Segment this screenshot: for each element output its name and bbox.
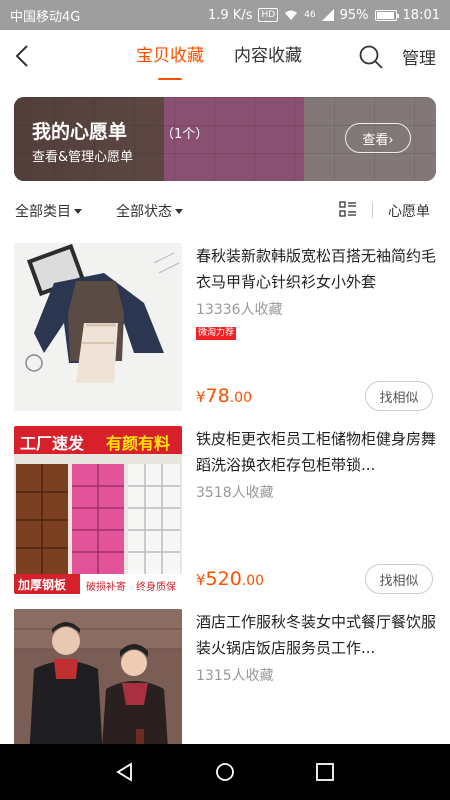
wishlist-filter-link[interactable]: 心愿单 xyxy=(388,201,430,221)
image-caption-top-left: 工厂速发 xyxy=(20,434,85,453)
product-title[interactable]: 春秋装新款韩版宽松百搭无袖简约毛衣马甲背心针织衫女小外套 xyxy=(196,243,440,295)
hd-icon: HD xyxy=(258,8,279,22)
tab-bar: 宝贝收藏 内容收藏 xyxy=(136,30,302,82)
recent-apps-icon[interactable] xyxy=(315,762,335,782)
product-image[interactable]: 工厂速发 有颜有料 加厚钢板 破损补寄 终身质保 xyxy=(14,426,182,594)
back-triangle-icon[interactable] xyxy=(115,762,135,782)
product-price: ¥520.00 xyxy=(196,568,264,590)
price-integer: 520 xyxy=(205,568,242,590)
list-view-icon[interactable] xyxy=(339,200,357,218)
status-bar: 中国移动4G 1.9 K/s HD 46 95% 18:01 xyxy=(0,0,450,30)
signal-icon xyxy=(321,9,334,21)
recommend-badge: 微淘力荐 xyxy=(196,327,237,340)
wishlist-subtitle: 查看&管理心愿单 xyxy=(32,150,134,165)
filter-bar: 全部类目 全部状态 心愿单 xyxy=(0,195,450,225)
status-filter-label: 全部状态 xyxy=(116,204,172,220)
product-title[interactable]: 酒店工作服秋冬装女中式餐厅餐饮服装火锅店饭店服务员工作... xyxy=(196,609,440,661)
price-integer: 78 xyxy=(205,385,230,407)
tab-item-favorites[interactable]: 宝贝收藏 xyxy=(136,30,204,82)
image-caption-bottom-right: 终身质保 xyxy=(136,582,176,593)
image-caption-bottom-left: 加厚钢板 xyxy=(18,578,67,592)
wishlist-count: （1个） xyxy=(161,127,209,142)
caret-down-icon xyxy=(175,208,183,214)
image-caption-top-right: 有颜有料 xyxy=(106,434,171,453)
battery-icon xyxy=(374,9,399,21)
network-speed: 1.9 K/s xyxy=(207,7,253,23)
wishlist-banner[interactable]: 我的心愿单 （1个） 查看&管理心愿单 查看› xyxy=(14,97,436,181)
system-nav-bar xyxy=(0,744,450,800)
currency-symbol: ¥ xyxy=(196,388,206,406)
status-filter[interactable]: 全部状态 xyxy=(116,201,183,221)
favorite-count: 3518人收藏 xyxy=(196,485,274,501)
favorite-count: 13336人收藏 xyxy=(196,302,283,318)
signal-label: 46 xyxy=(304,10,316,20)
wishlist-view-button[interactable]: 查看› xyxy=(345,123,411,153)
list-item[interactable]: 春秋装新款韩版宽松百搭无袖简约毛衣马甲背心针织衫女小外套 13336人收藏 微淘… xyxy=(0,243,450,413)
manage-button[interactable]: 管理 xyxy=(402,44,436,69)
product-title[interactable]: 铁皮柜更衣柜员工柜储物柜健身房舞蹈洗浴换衣柜存包柜带锁... xyxy=(196,426,440,478)
clock: 18:01 xyxy=(402,7,440,23)
divider xyxy=(372,202,373,218)
price-decimal: .00 xyxy=(229,390,252,406)
tab-content-favorites[interactable]: 内容收藏 xyxy=(234,30,302,82)
battery-percent: 95% xyxy=(339,7,369,23)
back-arrow-icon[interactable] xyxy=(12,43,36,69)
sweater-vest-image xyxy=(14,243,182,411)
currency-symbol: ¥ xyxy=(196,571,206,589)
wifi-icon xyxy=(285,10,298,20)
favorite-count: 1315人收藏 xyxy=(196,668,274,684)
carrier-label: 中国移动4G xyxy=(10,9,81,25)
find-similar-button[interactable]: 找相似 xyxy=(365,564,433,594)
wishlist-title: 我的心愿单 xyxy=(32,121,128,143)
search-icon[interactable] xyxy=(358,44,384,70)
category-filter-label: 全部类目 xyxy=(15,204,71,220)
image-caption-bottom-mid: 破损补寄 xyxy=(86,582,126,593)
category-filter[interactable]: 全部类目 xyxy=(15,201,82,221)
price-decimal: .00 xyxy=(241,573,265,589)
find-similar-button[interactable]: 找相似 xyxy=(365,381,433,411)
caret-down-icon xyxy=(74,208,82,214)
top-nav: 宝贝收藏 内容收藏 管理 xyxy=(0,30,450,82)
product-image[interactable] xyxy=(14,243,182,411)
product-price: ¥78.00 xyxy=(196,385,252,407)
home-circle-icon[interactable] xyxy=(215,762,235,782)
list-item[interactable]: 工厂速发 有颜有料 加厚钢板 破损补寄 终身质保 铁皮柜更衣柜员工柜储物柜健身房… xyxy=(0,426,450,596)
